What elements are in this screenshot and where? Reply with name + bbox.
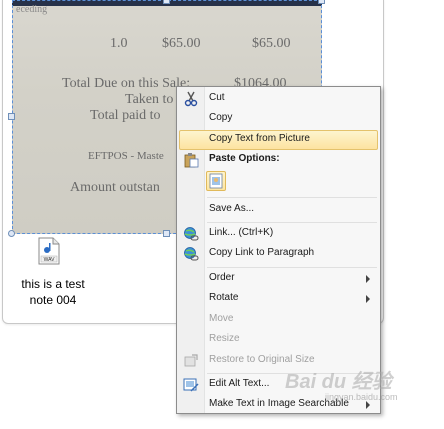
menu-item-link[interactable]: Link... (Ctrl+K) — [179, 224, 378, 244]
menu-item-paste-options-label: Paste Options: — [209, 153, 280, 164]
submenu-arrow-icon — [366, 401, 370, 409]
receipt-top-text: eceding — [16, 4, 48, 15]
menu-item-order[interactable]: Order — [179, 269, 378, 289]
menu-item-cut[interactable]: Cut — [179, 89, 378, 109]
menu-item-restore-original-size-label: Restore to Original Size — [209, 354, 315, 365]
menu-item-edit-alt-text-label: Edit Alt Text... — [209, 378, 270, 389]
attachment-name-line2: note 004 — [29, 293, 77, 307]
paste-picture-button[interactable] — [206, 171, 226, 191]
menu-item-save-as[interactable]: Save As... — [179, 200, 378, 220]
menu-item-resize[interactable]: Resize — [179, 330, 378, 350]
receipt-line-price: $65.00 — [162, 36, 201, 51]
resize-handle-bottom[interactable] — [163, 230, 170, 237]
wav-icon-label: WAV — [44, 257, 55, 263]
receipt-total-paid: Total paid to — [90, 108, 161, 123]
menu-item-link-label: Link... (Ctrl+K) — [209, 227, 274, 238]
globe-link-icon — [184, 247, 199, 261]
receipt-line-qty: 1.0 — [110, 36, 128, 51]
menu-item-rotate[interactable]: Rotate — [179, 289, 378, 309]
scissors-icon — [184, 91, 198, 107]
watermark-text: Bai du 经验 — [285, 371, 392, 393]
menu-item-rotate-label: Rotate — [209, 292, 239, 303]
clipboard-icon — [184, 153, 199, 168]
menu-separator — [207, 197, 377, 198]
attachment-filename[interactable]: this is a test note 004 — [8, 276, 98, 308]
resize-handle-left[interactable] — [8, 113, 15, 120]
menu-separator — [207, 222, 377, 223]
resize-handle-top-right[interactable] — [318, 0, 325, 4]
menu-item-copy-text-from-picture-label: Copy Text from Picture — [209, 133, 310, 144]
menu-separator — [207, 267, 377, 268]
resize-handle-bottom-left[interactable] — [8, 230, 15, 237]
menu-item-move[interactable]: Move — [179, 310, 378, 330]
menu-item-copy-link-to-paragraph[interactable]: Copy Link to Paragraph — [179, 244, 378, 264]
menu-item-save-as-label: Save As... — [209, 203, 255, 214]
menu-item-cut-label: Cut — [209, 92, 225, 103]
menu-item-copy-text-from-picture[interactable]: Copy Text from Picture — [179, 130, 378, 150]
baidu-watermark: Bai du 经验 jingyan.baidu.com — [285, 365, 398, 402]
paste-picture-icon — [209, 173, 223, 189]
submenu-arrow-icon — [366, 275, 370, 283]
menu-item-copy-label: Copy — [209, 112, 233, 123]
menu-item-move-label: Move — [209, 313, 234, 324]
menu-item-copy[interactable]: Copy — [179, 109, 378, 129]
alt-text-icon — [183, 378, 199, 392]
submenu-arrow-icon — [366, 295, 370, 303]
receipt-line-total: $65.00 — [252, 36, 291, 51]
wav-file-icon[interactable]: WAV — [38, 237, 60, 265]
receipt-eftpos: EFTPOS - Maste — [88, 150, 164, 162]
attachment-name-line1: this is a test — [21, 277, 85, 291]
globe-link-icon — [184, 227, 199, 241]
resize-handle-top[interactable] — [163, 0, 170, 4]
picture-restore-icon — [184, 354, 198, 367]
receipt-amount-outstanding: Amount outstan — [70, 180, 160, 195]
receipt-total-due-label: Total Due on this Sale: — [62, 76, 191, 91]
receipt-taken-to: Taken to — [125, 92, 174, 107]
watermark-url: jingyan.baidu.com — [325, 392, 398, 402]
menu-item-copy-link-to-paragraph-label: Copy Link to Paragraph — [209, 247, 315, 258]
menu-item-order-label: Order — [209, 272, 235, 283]
menu-item-resize-label: Resize — [209, 333, 240, 344]
menu-item-paste-options: Paste Options: — [179, 150, 378, 170]
